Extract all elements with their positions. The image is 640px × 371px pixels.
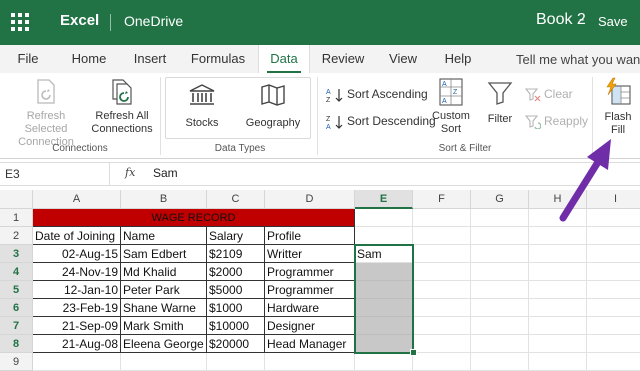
annotation-arrow	[559, 139, 611, 222]
annotation-layer	[559, 139, 611, 222]
